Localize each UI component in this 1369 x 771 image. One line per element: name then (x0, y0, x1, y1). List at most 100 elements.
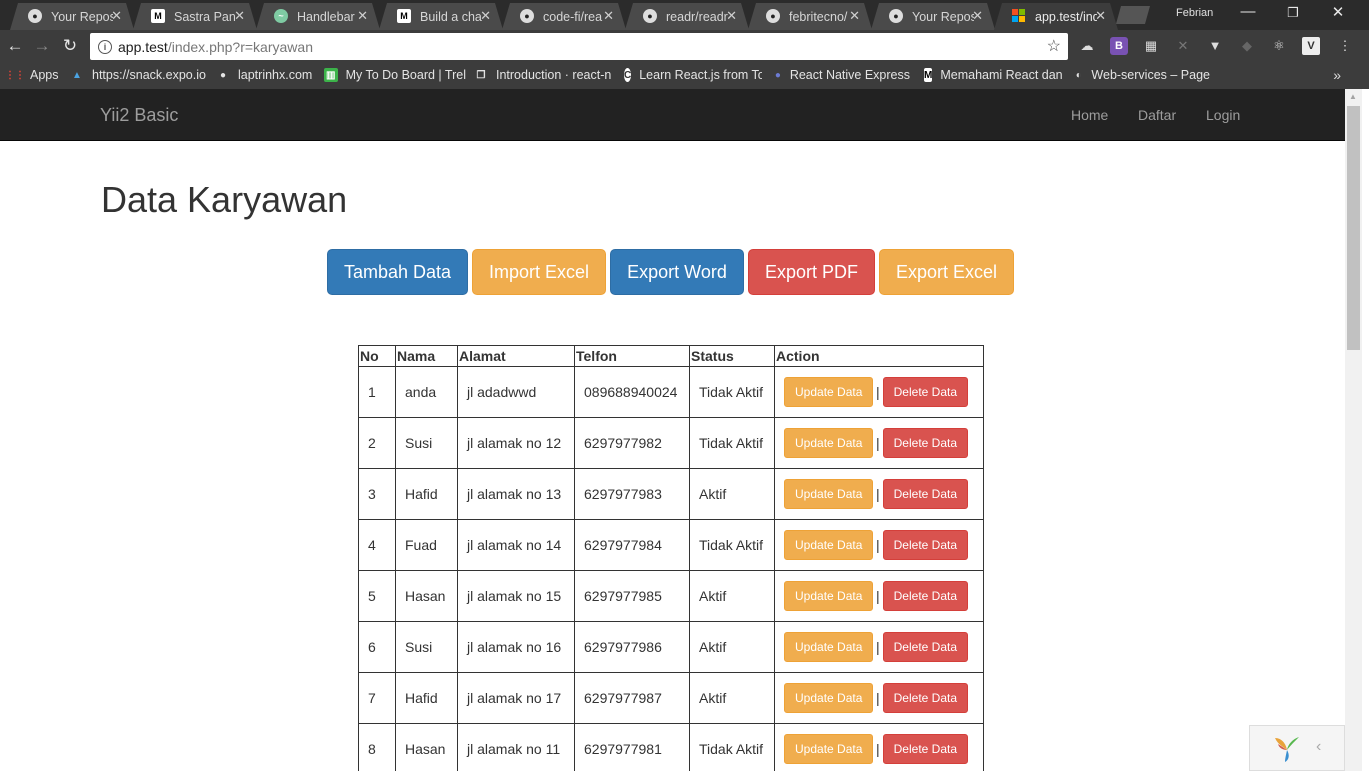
bookmark-item[interactable]: ● React Native Express (774, 68, 910, 82)
table-row: 2 Susi jl alamak no 12 6297977982 Tidak … (358, 417, 984, 469)
browser-tab[interactable]: ~ Handlebar ✕ (256, 3, 380, 30)
close-icon[interactable]: ✕ (603, 8, 614, 24)
extension-icon[interactable]: ◆ (1238, 37, 1256, 55)
delete-data-button[interactable]: Delete Data (882, 581, 968, 611)
cell-status: Aktif (689, 672, 775, 724)
browser-tab[interactable]: ● Your Reposi ✕ (871, 3, 995, 30)
bootstrap-extension-icon[interactable]: B (1110, 37, 1128, 55)
close-icon[interactable]: ✕ (849, 8, 860, 24)
bookmarks-bar: ⋮⋮ Apps ▲ https://snack.expo.io ● laptri… (0, 63, 1369, 89)
close-icon[interactable]: ✕ (234, 8, 245, 24)
delete-data-button[interactable]: Delete Data (882, 734, 968, 764)
browser-tab[interactable]: ● readr/readr ✕ (625, 3, 749, 30)
bookmark-item[interactable]: ▥ My To Do Board | Trel (324, 68, 466, 82)
cell-alamat: jl alamak no 12 (457, 417, 575, 469)
bookmark-label: Memahami React dan (940, 68, 1062, 82)
book-icon: ❐ (476, 69, 486, 81)
forward-icon[interactable]: → (32, 36, 52, 56)
info-icon[interactable]: i (98, 39, 112, 54)
cell-nama: Fuad (395, 519, 458, 571)
tab-title: febritecno/ (789, 9, 848, 24)
column-header-no: No (358, 345, 396, 367)
browser-tab[interactable]: M Build a chat ✕ (379, 3, 503, 30)
react-devtools-extension-icon[interactable]: ⚛ (1270, 37, 1288, 55)
address-bar[interactable]: i app.test/index.php?r=karyawan ☆ (90, 33, 1068, 60)
update-data-button[interactable]: Update Data (784, 530, 873, 560)
browser-tab[interactable]: M Sastra Panc ✕ (133, 3, 257, 30)
profile-name[interactable]: Febrian (1176, 7, 1213, 19)
close-icon[interactable]: ✕ (1095, 8, 1106, 24)
browser-tab[interactable]: ● code-fi/rea ✕ (502, 3, 626, 30)
yii-logo-icon[interactable] (1272, 734, 1302, 764)
export-pdf-button[interactable]: Export PDF (748, 249, 875, 295)
action-separator: | (876, 384, 880, 400)
window-close-icon[interactable]: ✕ (1323, 3, 1353, 21)
close-icon[interactable]: ✕ (111, 8, 122, 24)
vue-devtools-extension-icon[interactable]: ▼ (1206, 37, 1224, 55)
bookmark-apps[interactable]: ⋮⋮ Apps (8, 68, 59, 82)
column-header-status: Status (689, 345, 775, 367)
update-data-button[interactable]: Update Data (784, 632, 873, 662)
close-icon[interactable]: ✕ (726, 8, 737, 24)
tambah-data-button[interactable]: Tambah Data (327, 249, 468, 295)
bookmark-item[interactable]: C Learn React.js from To (624, 68, 762, 82)
reload-icon[interactable]: ↻ (60, 36, 80, 56)
action-separator: | (876, 486, 880, 502)
page-scrollbar[interactable]: ▲ (1345, 89, 1362, 771)
back-icon[interactable]: ← (5, 36, 25, 56)
action-separator: | (876, 588, 880, 604)
navbar-brand[interactable]: Yii2 Basic (100, 105, 178, 126)
table-row: 7 Hafid jl alamak no 17 6297977987 Aktif… (358, 672, 984, 724)
bookmark-item[interactable]: M Memahami React dan (924, 68, 1062, 82)
delete-data-button[interactable]: Delete Data (882, 377, 968, 407)
browser-tab[interactable]: ● febritecno/ ✕ (748, 3, 872, 30)
update-data-button[interactable]: Update Data (784, 734, 873, 764)
bookmark-star-icon[interactable]: ☆ (1047, 36, 1061, 56)
github-icon: ● (766, 9, 780, 23)
delete-data-button[interactable]: Delete Data (882, 530, 968, 560)
browser-tab[interactable]: ● Your Reposi ✕ (10, 3, 134, 30)
cloud-extension-icon[interactable]: ☁ (1078, 37, 1096, 55)
export-word-button[interactable]: Export Word (610, 249, 744, 295)
delete-data-button[interactable]: Delete Data (882, 683, 968, 713)
delete-data-button[interactable]: Delete Data (882, 428, 968, 458)
bookmark-item[interactable]: ● laptrinhx.com (216, 68, 316, 82)
cell-nama: Hafid (395, 468, 458, 520)
restore-icon[interactable]: ❐ (1278, 5, 1308, 21)
nav-login[interactable]: Login (1206, 107, 1240, 123)
tab-title: Your Reposi (51, 9, 113, 24)
tab-title: Build a chat (420, 9, 482, 24)
bookmark-item[interactable]: ◐ Web-services – Page (1074, 68, 1210, 82)
v-extension-icon[interactable]: V (1302, 37, 1320, 55)
scroll-up-arrow-icon[interactable]: ▲ (1349, 92, 1357, 101)
bookmark-item[interactable]: ▲ https://snack.expo.io (70, 68, 208, 82)
export-excel-button[interactable]: Export Excel (879, 249, 1014, 295)
close-icon[interactable]: ✕ (972, 8, 983, 24)
x-extension-icon[interactable]: ✕ (1174, 37, 1192, 55)
delete-data-button[interactable]: Delete Data (882, 632, 968, 662)
update-data-button[interactable]: Update Data (784, 479, 873, 509)
update-data-button[interactable]: Update Data (784, 581, 873, 611)
nav-daftar[interactable]: Daftar (1138, 107, 1176, 123)
update-data-button[interactable]: Update Data (784, 683, 873, 713)
close-icon[interactable]: ✕ (357, 8, 368, 24)
new-tab-button[interactable] (1116, 6, 1150, 24)
update-data-button[interactable]: Update Data (784, 377, 873, 407)
address-path: /index.php?r=karyawan (167, 38, 313, 55)
qr-extension-icon[interactable]: ▦ (1142, 37, 1160, 55)
close-icon[interactable]: ✕ (480, 8, 491, 24)
import-excel-button[interactable]: Import Excel (472, 249, 606, 295)
browser-tab-active[interactable]: app.test/ind ✕ (994, 3, 1118, 30)
tab-title: Handlebar (297, 9, 355, 24)
app-navbar: Yii2 Basic Home Daftar Login (0, 89, 1345, 141)
menu-kebab-icon[interactable]: ⋮ (1336, 37, 1354, 55)
update-data-button[interactable]: Update Data (784, 428, 873, 458)
nav-home[interactable]: Home (1071, 107, 1108, 123)
chevron-left-icon[interactable]: ‹ (1316, 738, 1321, 756)
cell-telfon: 6297977987 (574, 672, 690, 724)
delete-data-button[interactable]: Delete Data (882, 479, 968, 509)
bookmarks-overflow-icon[interactable]: » (1333, 67, 1341, 83)
scrollbar-thumb[interactable] (1347, 106, 1360, 350)
minimize-icon[interactable]: — (1233, 3, 1263, 20)
bookmark-item[interactable]: ❐ Introduction · react-n (474, 68, 612, 82)
